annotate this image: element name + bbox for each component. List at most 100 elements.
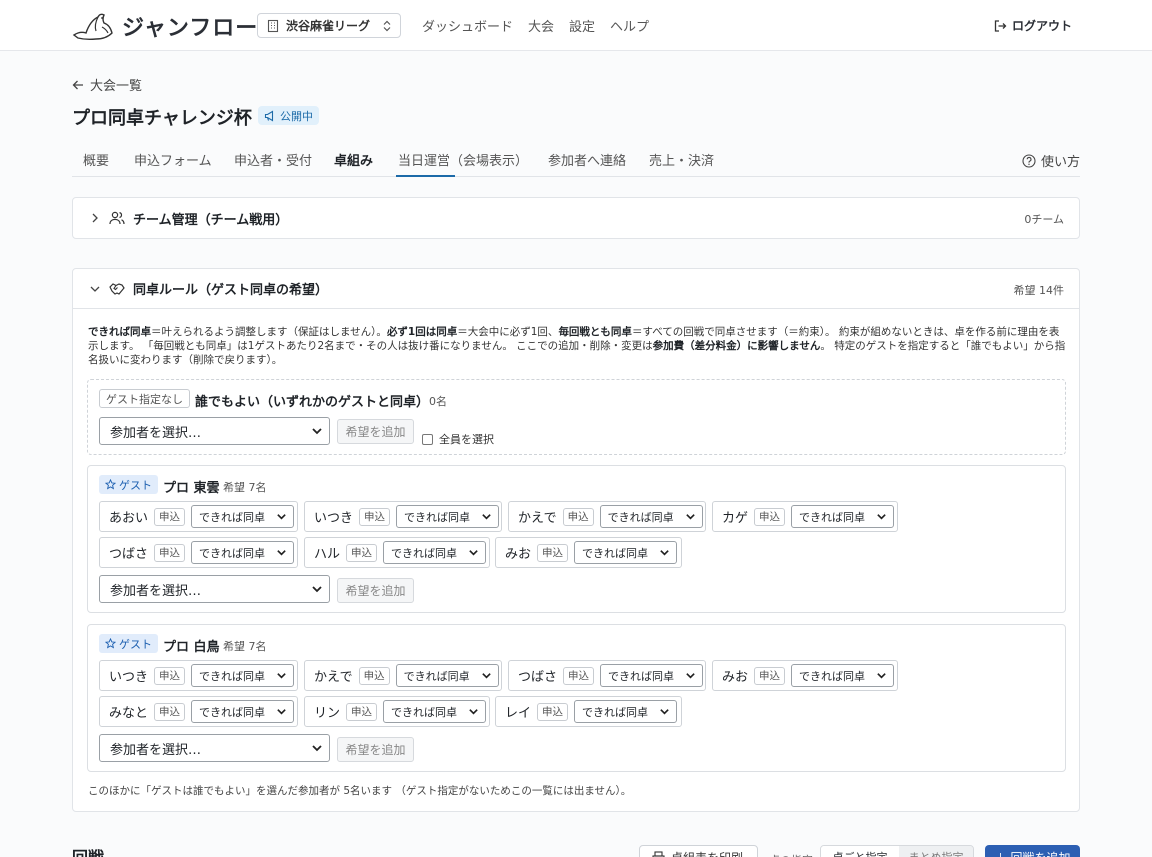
app-logo[interactable]: ジャンフロー	[72, 10, 258, 42]
member-name: ハル	[314, 547, 341, 562]
logout-button[interactable]: ログアウト	[993, 17, 1072, 34]
pref-level-select[interactable]: できれば同卓	[600, 664, 704, 687]
pref-level-select[interactable]: できれば同卓	[383, 541, 487, 564]
pref-level-select[interactable]: できれば同卓	[191, 541, 295, 564]
plus-icon: ＋	[994, 849, 1006, 857]
pref-level-select[interactable]: できれば同卓	[396, 505, 500, 528]
pref-level-value: できれば同卓	[582, 546, 649, 560]
guest-add-pref-button[interactable]: 希望を追加	[337, 737, 414, 762]
any-guest-group: ゲスト指定なし 誰でもよい（いずれかのゲストと同卓） 0名 参加者を選択… 希望…	[87, 379, 1066, 455]
nav-tournaments[interactable]: 大会	[528, 16, 554, 35]
select-all-checkbox[interactable]: 全員を選択	[422, 431, 494, 447]
no-guest-tag: ゲスト指定なし	[99, 389, 190, 408]
guest-tag: ゲスト	[99, 634, 158, 653]
guest-table-rule-panel: 同卓ルール（ゲスト同卓の希望） 希望 14件 できれば同卓＝叶えられるよう調整し…	[72, 268, 1080, 812]
nav-settings[interactable]: 設定	[569, 16, 595, 35]
team-panel-title: チーム管理（チーム戦用）	[133, 212, 289, 228]
select-chevron-icon	[312, 428, 322, 435]
add-round-button[interactable]: ＋ 回戦を追加	[985, 845, 1080, 857]
rule-term-try: できれば同卓	[88, 326, 151, 338]
pref-level-select[interactable]: できれば同卓	[599, 505, 703, 528]
star-icon	[105, 638, 116, 649]
member-pref-chip: いつき 申込 できれば同卓	[99, 660, 298, 691]
tab-day-operation[interactable]: 当日運営（会場表示）	[398, 150, 528, 169]
any-guest-name: 誰でもよい（いずれかのゲストと同卓）	[195, 395, 430, 410]
guest-name: プロ 東雲	[163, 481, 220, 496]
tab-applicants[interactable]: 申込者・受付	[234, 150, 312, 169]
entry-tag: 申込	[537, 543, 569, 562]
select-chevron-icon	[469, 709, 478, 715]
print-label: 卓組表を印刷	[671, 849, 743, 857]
member-name: リン	[314, 706, 341, 721]
member-name: あおい	[109, 511, 149, 526]
toggle-bulk[interactable]: まとめ指定	[899, 846, 973, 857]
guest-pref-count: 希望 7名	[223, 640, 267, 653]
entry-tag: 申込	[358, 666, 390, 685]
member-name: いつき	[314, 511, 354, 526]
tab-table-assignment[interactable]: 卓組み	[334, 150, 373, 169]
select-chevron-icon	[469, 550, 478, 556]
megaphone-icon	[264, 110, 274, 121]
toggle-per-table[interactable]: 卓ごと指定	[821, 846, 899, 857]
member-pref-chip: いつき 申込 できれば同卓	[304, 501, 502, 532]
pref-level-select[interactable]: できれば同卓	[791, 505, 895, 528]
chevron-right-icon	[92, 213, 98, 223]
pref-level-select[interactable]: できれば同卓	[191, 664, 295, 687]
tab-contact-participants[interactable]: 参加者へ連絡	[548, 150, 626, 169]
team-panel-header[interactable]: チーム管理（チーム戦用）	[73, 198, 1079, 238]
select-all-label: 全員を選択	[439, 433, 494, 446]
star-icon	[105, 479, 116, 490]
select-placeholder: 参加者を選択…	[110, 425, 202, 441]
rule-text-2: ＝大会中に必ず1回、	[457, 326, 559, 338]
status-badge: 公開中	[258, 106, 319, 125]
pref-level-select[interactable]: できれば同卓	[574, 541, 678, 564]
tournament-tabs: 概要 申込フォーム 申込者・受付 卓組み 当日運営（会場表示） 参加者へ連絡 売…	[72, 141, 1080, 177]
app-logo-text: ジャンフロー	[122, 16, 259, 41]
page-title: プロ同卓チャレンジ杯	[72, 108, 252, 129]
pref-level-select[interactable]: できれば同卓	[395, 664, 499, 687]
pref-level-value: できれば同卓	[199, 669, 266, 683]
nav-help[interactable]: ヘルプ	[610, 16, 649, 35]
pref-level-value: できれば同卓	[403, 669, 470, 683]
member-pref-chip: レイ 申込 できれば同卓	[495, 696, 682, 727]
select-chevron-icon	[660, 709, 669, 715]
member-pref-chip: かえで 申込 できれば同卓	[508, 501, 706, 532]
chevron-down-icon	[90, 286, 100, 292]
checkbox-box[interactable]	[422, 433, 433, 445]
nav-dashboard[interactable]: ダッシュボード	[422, 16, 513, 35]
select-placeholder: 参加者を選択…	[110, 583, 202, 599]
select-chevron-icon	[277, 550, 286, 556]
org-switcher[interactable]: 渋谷麻雀リーグ	[257, 13, 401, 38]
tab-entry-form[interactable]: 申込フォーム	[134, 150, 212, 169]
pref-level-select[interactable]: できれば同卓	[383, 700, 487, 723]
pref-level-select[interactable]: できれば同卓	[191, 700, 295, 723]
bird-logo-icon	[72, 13, 113, 41]
org-name: 渋谷麻雀リーグ	[286, 19, 371, 33]
rule-panel-title: 同卓ルール（ゲスト同卓の希望）	[133, 283, 329, 298]
print-table-sheet-button[interactable]: 卓組表を印刷	[639, 845, 758, 857]
member-pref-chip: かえで 申込 できれば同卓	[304, 660, 502, 691]
back-to-tournaments-link[interactable]: 大会一覧	[72, 75, 142, 94]
pref-level-select[interactable]: できれば同卓	[574, 700, 678, 723]
add-round-label: 回戦を追加	[1011, 849, 1071, 857]
arrow-left-icon	[72, 80, 83, 89]
entry-tag: 申込	[537, 702, 569, 721]
entry-tag: 申込	[563, 666, 595, 685]
pref-level-select[interactable]: できれば同卓	[191, 505, 295, 528]
guest-participant-select[interactable]: 参加者を選択…	[99, 734, 330, 762]
active-tab-indicator	[396, 175, 455, 177]
tab-sales-payments[interactable]: 売上・決済	[649, 150, 714, 169]
member-name: かえで	[518, 511, 557, 526]
guest-add-pref-button[interactable]: 希望を追加	[337, 578, 414, 603]
pref-level-value: できれば同卓	[799, 510, 866, 524]
usage-help-link[interactable]: 使い方	[1022, 151, 1080, 170]
any-guest-add-button[interactable]: 希望を追加	[337, 419, 414, 444]
pref-level-select[interactable]: できれば同卓	[791, 664, 895, 687]
entry-tag: 申込	[346, 702, 378, 721]
any-guest-participant-select[interactable]: 参加者を選択…	[99, 417, 330, 445]
member-name: カゲ	[722, 511, 749, 526]
rule-panel-header[interactable]: 同卓ルール（ゲスト同卓の希望）	[73, 269, 1079, 309]
tab-overview[interactable]: 概要	[83, 150, 109, 169]
guest-participant-select[interactable]: 参加者を選択…	[99, 575, 330, 603]
team-count: 0チーム	[1024, 213, 1064, 226]
